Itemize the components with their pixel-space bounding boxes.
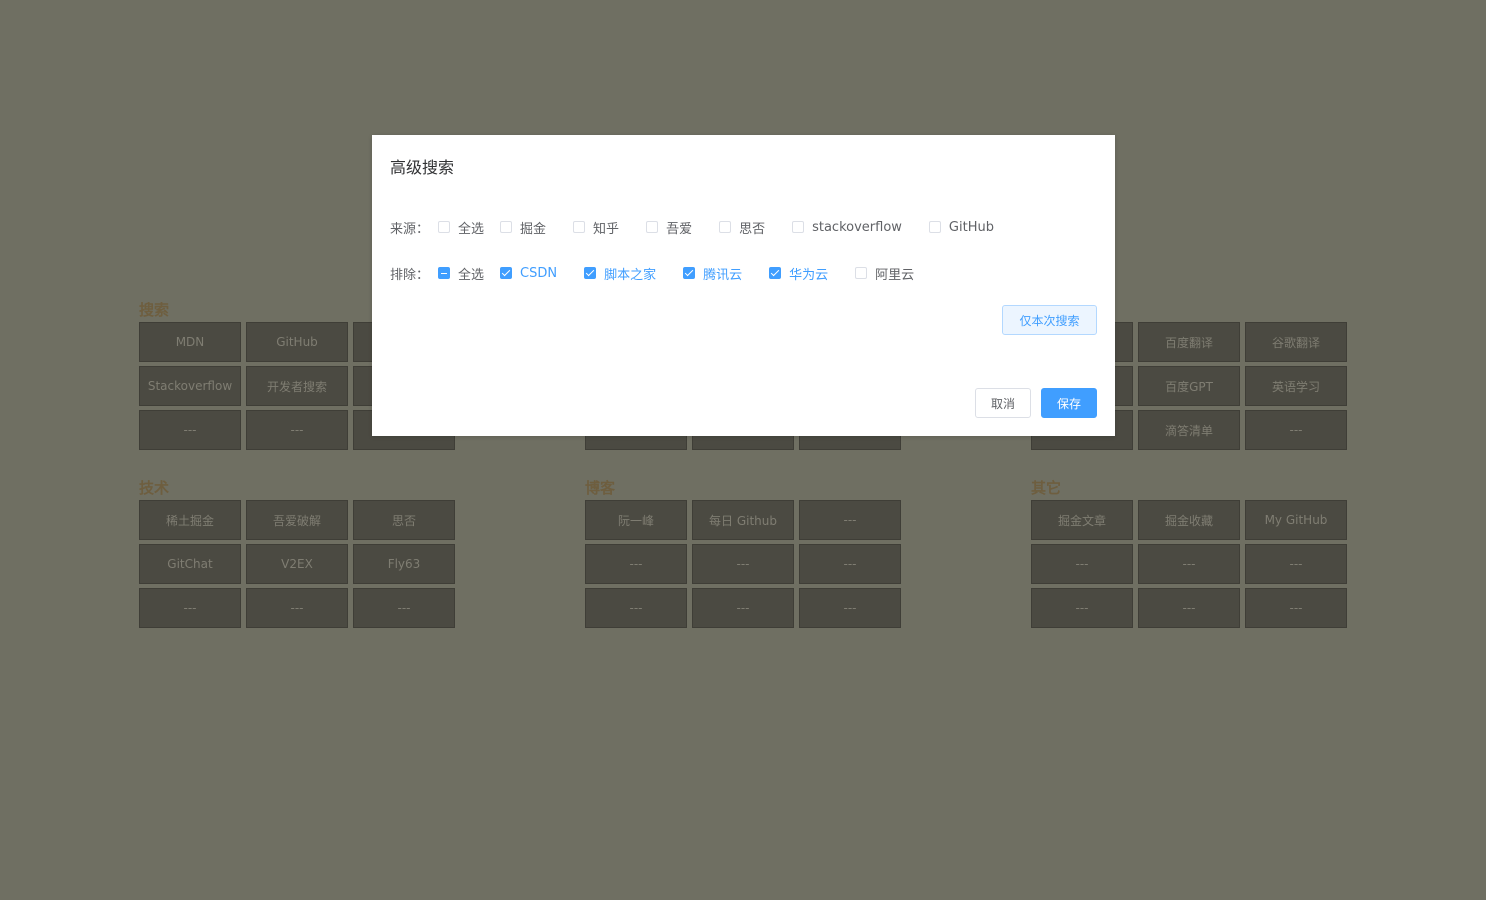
tile-empty[interactable]: --- — [799, 500, 901, 540]
checkbox-box[interactable] — [646, 221, 659, 233]
tile-empty[interactable]: --- — [1138, 588, 1240, 628]
exclude-aliyun-checkbox[interactable]: 阿里云 — [855, 264, 914, 283]
tile-stackoverflow[interactable]: Stackoverflow — [139, 366, 241, 406]
tile-my-github[interactable]: My GitHub — [1245, 500, 1347, 540]
checkbox-box[interactable] — [769, 267, 782, 279]
checkbox-box[interactable] — [438, 221, 451, 233]
checkbox-label: 掘金 — [520, 221, 547, 237]
tile-english[interactable]: 英语学习 — [1245, 366, 1347, 406]
tile-baidu-translate[interactable]: 百度翻译 — [1138, 322, 1240, 362]
tile-empty[interactable]: --- — [1138, 544, 1240, 584]
checkbox-box[interactable] — [500, 267, 513, 279]
tile-empty[interactable]: --- — [353, 588, 455, 628]
tile-fly63[interactable]: Fly63 — [353, 544, 455, 584]
checkbox-box[interactable] — [573, 221, 586, 233]
source-stackoverflow-checkbox[interactable]: stackoverflow — [792, 220, 902, 235]
tile-empty[interactable]: --- — [585, 588, 687, 628]
tile-empty[interactable]: --- — [139, 410, 241, 450]
tile-empty[interactable]: --- — [692, 588, 794, 628]
checkbox-box[interactable] — [438, 267, 451, 279]
checkbox-label: 思否 — [739, 221, 766, 237]
checkbox-box[interactable] — [719, 221, 732, 233]
tile-empty[interactable]: --- — [1031, 544, 1133, 584]
tile-dev-search[interactable]: 开发者搜索 — [246, 366, 348, 406]
exclude-row: 排除： 全选 CSDN 脚本之家 腾讯云 华为云 阿里云 — [390, 263, 930, 283]
checkbox-label: 阿里云 — [875, 267, 915, 283]
source-segmentfault-checkbox[interactable]: 思否 — [719, 218, 765, 237]
group-title: 博客 — [585, 479, 616, 497]
checkbox-label: 全选 — [458, 221, 485, 237]
source-label: 来源： — [390, 221, 430, 237]
checkbox-box[interactable] — [683, 267, 696, 279]
tile-empty[interactable]: --- — [1245, 544, 1347, 584]
source-github-checkbox[interactable]: GitHub — [928, 219, 994, 235]
group-tech: 技术 稀土掘金 吾爱破解 思否 GitChat V2EX Fly63 --- -… — [139, 477, 459, 628]
checkbox-label: 吾爱 — [666, 221, 693, 237]
tile-daily-github[interactable]: 每日 Github — [692, 500, 794, 540]
tile-github[interactable]: GitHub — [246, 322, 348, 362]
group-other: 其它 掘金文章 掘金收藏 My GitHub --- --- --- --- -… — [1031, 477, 1351, 628]
tile-juejin-articles[interactable]: 掘金文章 — [1031, 500, 1133, 540]
source-juejin-checkbox[interactable]: 掘金 — [500, 218, 546, 237]
tile-grid: 掘金文章 掘金收藏 My GitHub --- --- --- --- --- … — [1031, 500, 1351, 628]
exclude-jb51-checkbox[interactable]: 脚本之家 — [584, 264, 656, 283]
checkbox-label: 华为云 — [789, 267, 829, 283]
checkbox-label: 脚本之家 — [604, 267, 657, 283]
advanced-search-dialog: 高级搜索 来源： 全选 掘金 知乎 吾爱 思否 stackoverflow Gi… — [372, 135, 1115, 436]
tile-gitchat[interactable]: GitChat — [139, 544, 241, 584]
exclude-tencent-cloud-checkbox[interactable]: 腾讯云 — [683, 264, 742, 283]
exclude-huawei-cloud-checkbox[interactable]: 华为云 — [769, 264, 828, 283]
checkbox-box[interactable] — [584, 267, 597, 279]
tile-segmentfault[interactable]: 思否 — [353, 500, 455, 540]
group-title: 其它 — [1031, 479, 1062, 497]
tile-ticktick[interactable]: 滴答清单 — [1138, 410, 1240, 450]
tile-juejin-favorites[interactable]: 掘金收藏 — [1138, 500, 1240, 540]
tile-mdn[interactable]: MDN — [139, 322, 241, 362]
tile-google-translate[interactable]: 谷歌翻译 — [1245, 322, 1347, 362]
cancel-button[interactable]: 取消 — [975, 388, 1031, 418]
tile-juejin[interactable]: 稀土掘金 — [139, 500, 241, 540]
checkbox-box[interactable] — [792, 221, 805, 233]
tile-grid: 阮一峰 每日 Github --- --- --- --- --- --- --… — [585, 500, 905, 628]
group-title: 技术 — [139, 479, 170, 497]
tile-empty[interactable]: --- — [1245, 410, 1347, 450]
source-row: 来源： 全选 掘金 知乎 吾爱 思否 stackoverflow GitHub — [390, 217, 1010, 237]
tile-empty[interactable]: --- — [799, 544, 901, 584]
checkbox-box[interactable] — [855, 267, 868, 279]
tile-empty[interactable]: --- — [585, 544, 687, 584]
checkbox-label: 腾讯云 — [703, 267, 743, 283]
tile-empty[interactable]: --- — [799, 588, 901, 628]
tile-empty[interactable]: --- — [1245, 588, 1347, 628]
checkbox-box[interactable] — [928, 221, 941, 233]
tile-empty[interactable]: --- — [139, 588, 241, 628]
dialog-title: 高级搜索 — [390, 158, 455, 177]
group-blog: 博客 阮一峰 每日 Github --- --- --- --- --- ---… — [585, 477, 905, 628]
search-once-button[interactable]: 仅本次搜索 — [1002, 305, 1097, 335]
tile-empty[interactable]: --- — [1031, 588, 1133, 628]
tile-ruanyifeng[interactable]: 阮一峰 — [585, 500, 687, 540]
tile-52pojie[interactable]: 吾爱破解 — [246, 500, 348, 540]
exclude-label: 排除： — [390, 267, 430, 283]
tile-grid: 稀土掘金 吾爱破解 思否 GitChat V2EX Fly63 --- --- … — [139, 500, 459, 628]
checkbox-label: CSDN — [520, 265, 558, 281]
checkbox-label: stackoverflow — [812, 219, 902, 235]
checkbox-label: GitHub — [948, 219, 994, 235]
exclude-select-all-checkbox[interactable]: 全选 — [438, 264, 484, 283]
tile-empty[interactable]: --- — [246, 588, 348, 628]
tile-empty[interactable]: --- — [246, 410, 348, 450]
tile-baidu-gpt[interactable]: 百度GPT — [1138, 366, 1240, 406]
source-select-all-checkbox[interactable]: 全选 — [438, 218, 484, 237]
source-52pojie-checkbox[interactable]: 吾爱 — [646, 218, 692, 237]
source-zhihu-checkbox[interactable]: 知乎 — [573, 218, 619, 237]
checkbox-label: 知乎 — [593, 221, 620, 237]
tile-v2ex[interactable]: V2EX — [246, 544, 348, 584]
tile-empty[interactable]: --- — [692, 544, 794, 584]
save-button[interactable]: 保存 — [1041, 388, 1097, 418]
checkbox-label: 全选 — [458, 267, 485, 283]
checkbox-box[interactable] — [500, 221, 513, 233]
exclude-csdn-checkbox[interactable]: CSDN — [500, 266, 557, 281]
